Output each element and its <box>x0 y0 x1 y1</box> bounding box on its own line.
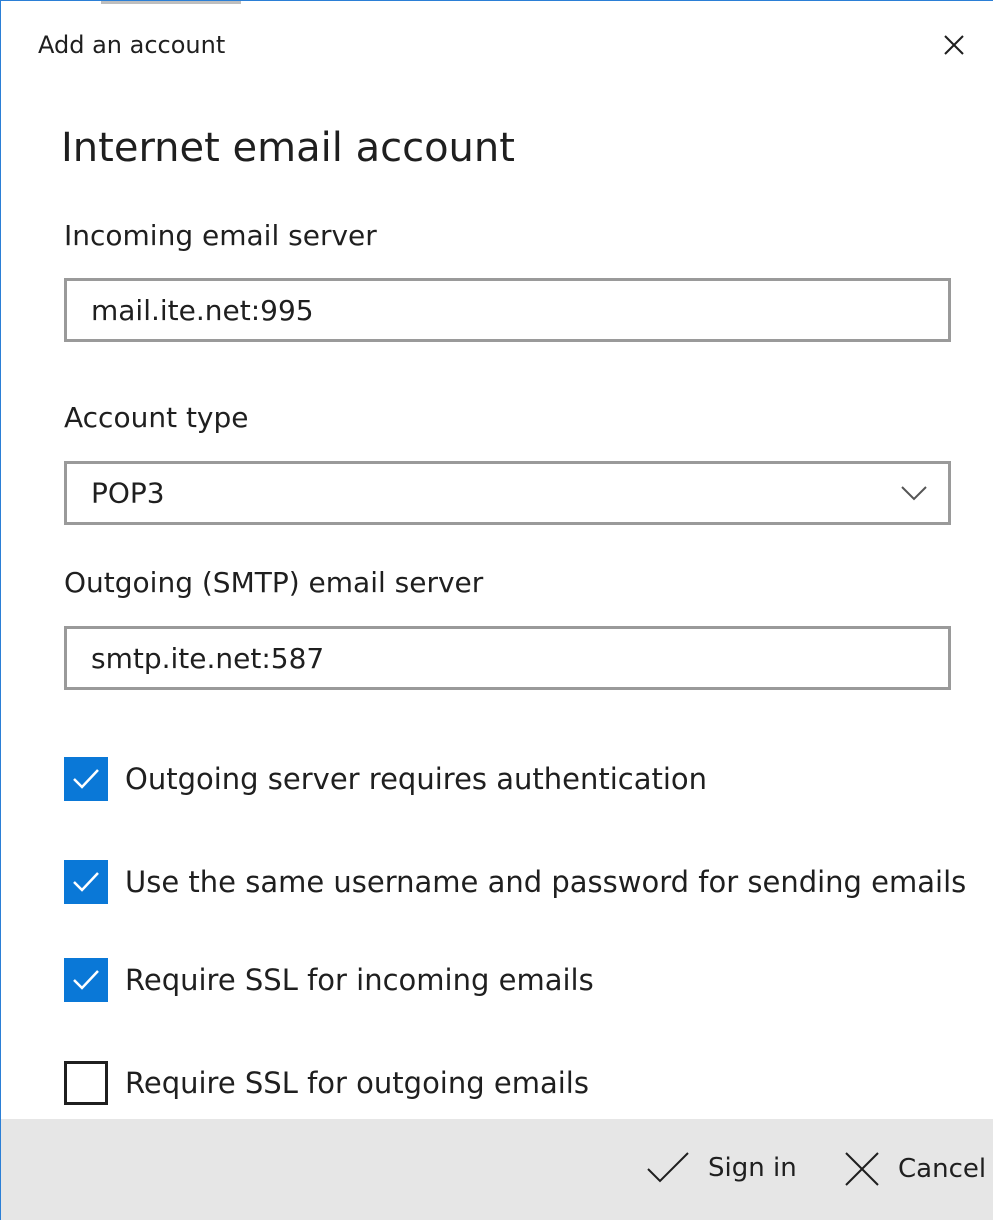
checkbox-unchecked[interactable] <box>64 1061 108 1105</box>
incoming-server-label: Incoming email server <box>64 219 377 252</box>
option-label: Require SSL for outgoing emails <box>125 1066 589 1100</box>
checkmark-icon <box>73 769 99 789</box>
chevron-down-icon <box>901 486 927 501</box>
option-outgoing-auth[interactable]: Outgoing server requires authentication <box>64 757 707 801</box>
option-label: Use the same username and password for s… <box>125 865 967 899</box>
title-bar: Add an account <box>1 1 993 91</box>
account-type-value: POP3 <box>91 476 165 510</box>
option-label: Outgoing server requires authentication <box>125 762 708 796</box>
checkbox-checked[interactable] <box>64 757 108 801</box>
incoming-server-input[interactable]: mail.ite.net:995 <box>64 278 951 342</box>
sign-in-button[interactable]: Sign in <box>646 1151 797 1185</box>
option-same-credentials[interactable]: Use the same username and password for s… <box>64 860 966 904</box>
account-type-label: Account type <box>64 401 249 434</box>
checkmark-icon <box>73 872 99 892</box>
outgoing-server-label: Outgoing (SMTP) email server <box>64 566 484 599</box>
close-icon <box>844 1151 880 1187</box>
dialog-title: Add an account <box>38 31 226 59</box>
cancel-label: Cancel <box>898 1154 987 1184</box>
close-button[interactable] <box>937 28 971 62</box>
add-account-dialog: Add an account Internet email account In… <box>0 0 993 1220</box>
outgoing-server-input[interactable]: smtp.ite.net:587 <box>64 626 951 690</box>
option-ssl-outgoing[interactable]: Require SSL for outgoing emails <box>64 1061 589 1105</box>
option-label: Require SSL for incoming emails <box>125 963 594 997</box>
account-type-select[interactable]: POP3 <box>64 461 951 525</box>
cancel-button[interactable]: Cancel <box>844 1151 986 1187</box>
close-icon <box>944 35 964 55</box>
checkbox-checked[interactable] <box>64 958 108 1002</box>
sign-in-label: Sign in <box>708 1153 797 1183</box>
checkbox-checked[interactable] <box>64 860 108 904</box>
checkmark-icon <box>73 970 99 990</box>
page-title: Internet email account <box>61 125 515 171</box>
option-ssl-incoming[interactable]: Require SSL for incoming emails <box>64 958 594 1002</box>
checkmark-icon <box>646 1151 690 1185</box>
dialog-footer: Sign in Cancel <box>1 1119 993 1220</box>
